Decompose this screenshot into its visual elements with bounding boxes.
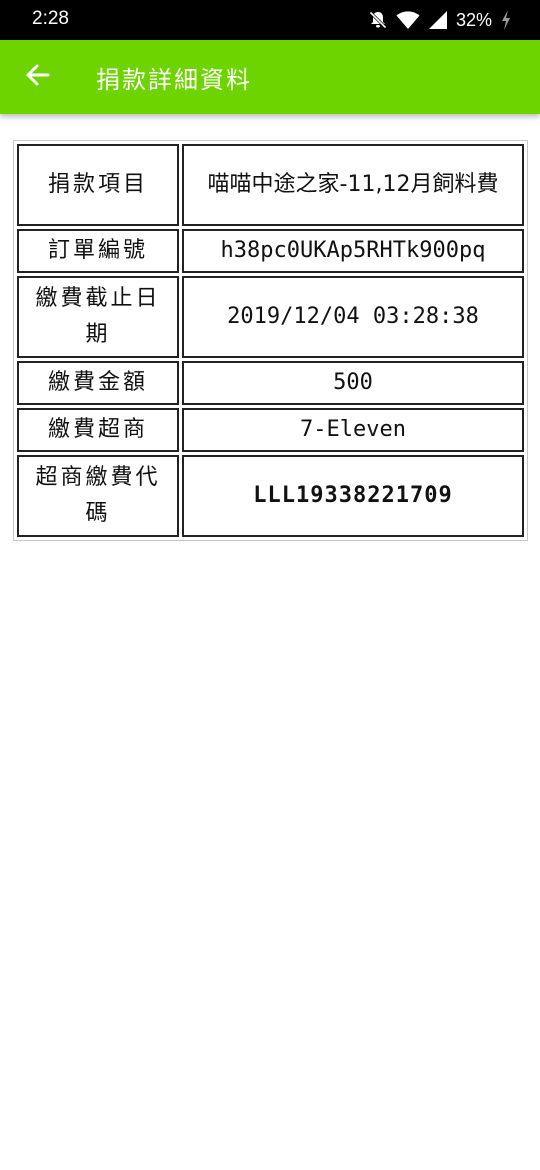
row-label: 繳費金額 xyxy=(17,361,179,405)
table-row-convenience-store: 繳費超商 7-Eleven xyxy=(17,408,524,452)
donation-detail-table: 捐款項目 喵喵中途之家-11,12月飼料費 訂單編號 h38pc0UKAp5RH… xyxy=(13,140,528,541)
status-time: 2:28 xyxy=(32,8,69,29)
payment-amount-value: 500 xyxy=(182,361,524,405)
arrow-left-icon xyxy=(25,62,51,92)
cell-signal-icon xyxy=(428,10,448,30)
payment-code-value: LLL19338221709 xyxy=(182,455,524,537)
app-bar: 捐款詳細資料 xyxy=(0,40,540,114)
wifi-icon xyxy=(396,10,420,30)
table-row-donation-item: 捐款項目 喵喵中途之家-11,12月飼料費 xyxy=(17,144,524,226)
back-button[interactable] xyxy=(18,57,58,97)
mute-bell-icon xyxy=(368,10,388,30)
convenience-store-value: 7-Eleven xyxy=(182,408,524,452)
status-bar: 2:28 32% xyxy=(0,0,540,40)
row-label: 繳費截止日期 xyxy=(17,276,179,358)
status-icons: 32% xyxy=(368,6,512,34)
page-title: 捐款詳細資料 xyxy=(96,66,252,94)
donation-item-value: 喵喵中途之家-11,12月飼料費 xyxy=(182,144,524,226)
row-label: 訂單編號 xyxy=(17,229,179,273)
battery-charging-icon xyxy=(500,9,512,31)
row-label: 繳費超商 xyxy=(17,408,179,452)
battery-text: 32% xyxy=(455,9,492,30)
table-row-payment-amount: 繳費金額 500 xyxy=(17,361,524,405)
order-number-value: h38pc0UKAp5RHTk900pq xyxy=(182,229,524,273)
table-row-order-number: 訂單編號 h38pc0UKAp5RHTk900pq xyxy=(17,229,524,273)
table-row-payment-deadline: 繳費截止日期 2019/12/04 03:28:38 xyxy=(17,276,524,358)
row-label: 捐款項目 xyxy=(17,144,179,226)
row-label: 超商繳費代碼 xyxy=(17,455,179,537)
payment-deadline-value: 2019/12/04 03:28:38 xyxy=(182,276,524,358)
table-row-payment-code: 超商繳費代碼 LLL19338221709 xyxy=(17,455,524,537)
